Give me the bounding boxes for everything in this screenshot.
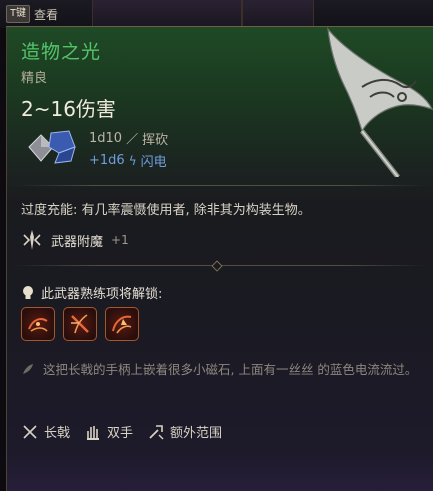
weapon-action-3[interactable] <box>105 307 139 341</box>
lore-text: 这把长戟的手柄上嵌着很多小磁石, 上面有一丝丝 的蓝色电流流过。 <box>43 362 418 377</box>
reach-icon <box>149 424 164 439</box>
lore-text-block: 这把长戟的手柄上嵌着很多小磁石, 上面有一丝丝 的蓝色电流流过。 <box>21 359 421 380</box>
bottom-glow <box>7 451 433 491</box>
inspect-label: 查看 <box>34 7 59 22</box>
top-strip: T键 查看 <box>0 0 433 28</box>
background-slot <box>92 0 242 28</box>
polearm-icon <box>23 424 37 439</box>
item-name: 造物之光 <box>21 41 102 63</box>
weapon-action-2[interactable] <box>63 307 97 341</box>
property-reach[interactable]: 额外范围 <box>147 422 222 441</box>
enchantment-icon <box>23 230 41 250</box>
damage-type: 挥砍 <box>142 133 169 148</box>
damage-type: 闪电 <box>140 155 167 170</box>
divider-notch <box>211 260 223 272</box>
weapon-properties: 长戟 双手 额外范围 <box>21 422 222 441</box>
divider <box>15 185 426 186</box>
property-polearm[interactable]: 长戟 <box>21 422 70 441</box>
enchantment-row[interactable]: 武器附魔 +1 <box>21 229 129 251</box>
proficiency-title: 此武器熟练项将解锁: <box>21 283 162 302</box>
lightbulb-icon <box>23 285 33 299</box>
property-label: 长戟 <box>44 426 71 441</box>
action-icon-1 <box>28 318 48 332</box>
unlocked-actions <box>21 307 139 341</box>
damage-dice: 1d10 <box>89 131 123 146</box>
dice-icon <box>28 130 76 164</box>
damage-line-slashing: 1d10 ／ 挥砍 <box>89 129 168 148</box>
weapon-action-1[interactable] <box>21 307 55 341</box>
lightning-icon: ϟ <box>128 153 137 168</box>
overcharge-text: 过度充能: 有几率震慑使用者, 除非其为构装生物。 <box>21 203 311 218</box>
divider <box>15 260 426 272</box>
item-tooltip: 造物之光 精良 2~16伤害 1d10 ／ 挥砍 +1d6 ϟ 闪电 过度充能:… <box>6 26 433 491</box>
slash-icon: ／ <box>126 132 139 146</box>
two-handed-icon <box>87 425 100 440</box>
inspect-hint[interactable]: T键 查看 <box>6 4 58 24</box>
damage-dice: +1d6 <box>89 153 125 168</box>
action-icon-3 <box>112 315 132 334</box>
quill-icon <box>23 364 33 374</box>
background-slot <box>242 0 314 28</box>
enchantment-bonus: +1 <box>111 233 129 247</box>
property-label: 额外范围 <box>170 426 223 441</box>
damage-line-lightning: +1d6 ϟ 闪电 <box>89 151 167 170</box>
enchantment-label: 武器附魔 <box>51 234 104 250</box>
property-two-handed[interactable]: 双手 <box>84 422 133 441</box>
damage-total: 2~16伤害 <box>21 97 116 121</box>
weapon-art-icon <box>327 27 433 177</box>
action-icon-2 <box>71 314 89 334</box>
proficiency-title-text: 此武器熟练项将解锁: <box>41 287 163 302</box>
item-rarity: 精良 <box>21 71 48 86</box>
property-label: 双手 <box>107 426 134 441</box>
key-badge: T键 <box>6 5 31 23</box>
